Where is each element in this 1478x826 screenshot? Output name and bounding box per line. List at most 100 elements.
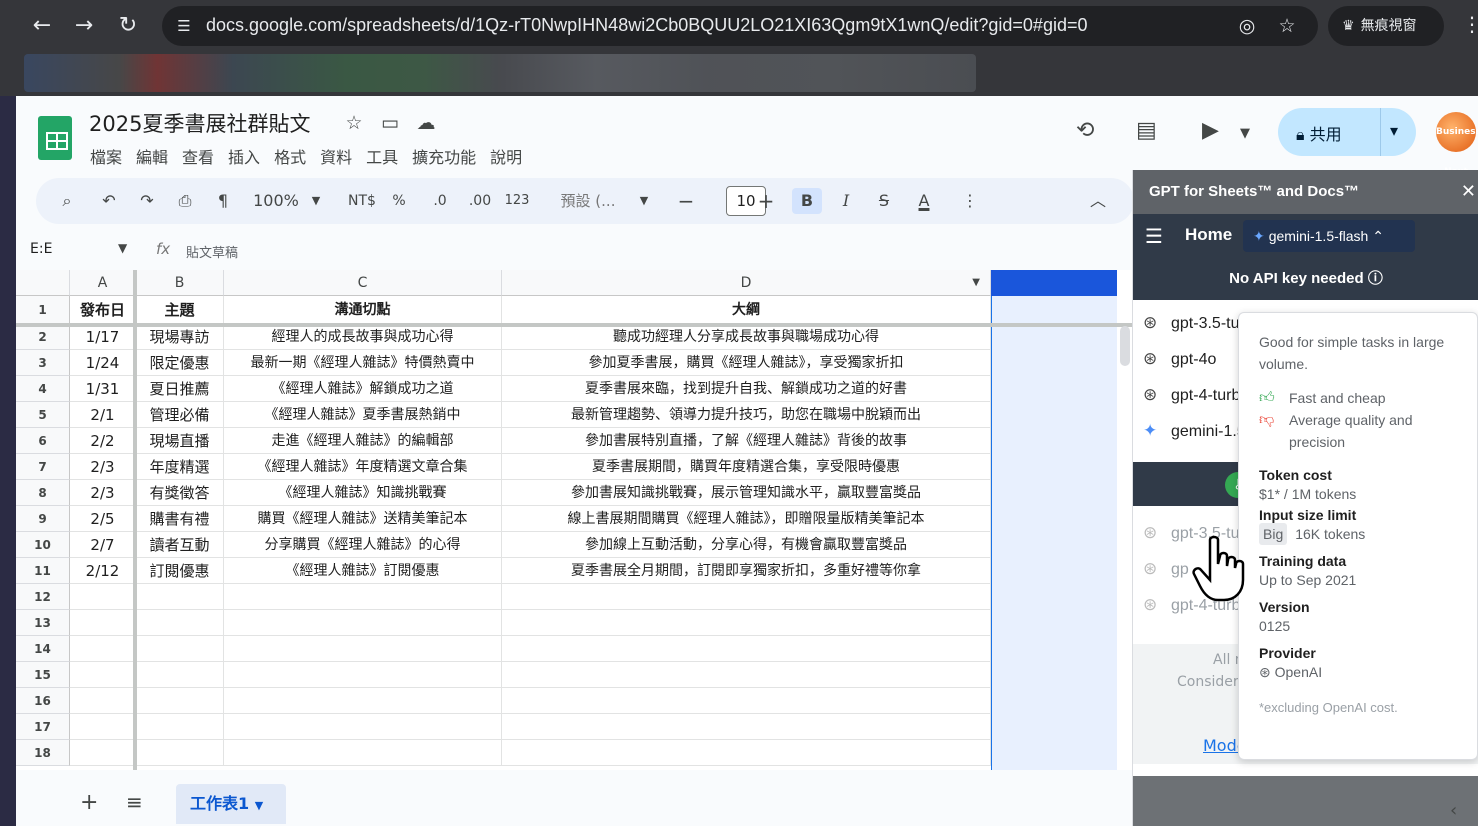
table-cell[interactable]: 參加書展知識挑戰賽，展示管理知識水平，贏取豐富獎品 [502,480,991,506]
table-cell[interactable]: 夏季書展全月期間，訂閱即享獨家折扣，多重好禮等你拿 [502,558,991,584]
table-cell[interactable]: 1/31 [70,376,136,402]
table-cell[interactable]: 2/7 [70,532,136,558]
row-header[interactable]: 11 [16,558,70,584]
row-header[interactable]: 17 [16,714,70,740]
row-header[interactable]: 5 [16,402,70,428]
header-cell[interactable]: 溝通切點 [224,296,502,324]
share-dropdown-icon[interactable]: ▾ [1390,121,1398,140]
menu-view[interactable]: 查看 [182,148,214,167]
model-selector[interactable]: ✦ gemini-1.5-flash ⌃ [1243,220,1415,252]
name-box[interactable]: E:E [30,241,52,257]
eye-off-icon[interactable]: ◎ [1234,14,1260,38]
table-cell[interactable]: 參加夏季書展，購買《經理人雜誌》，享受獨家折扣 [502,350,991,376]
row-header[interactable]: 8 [16,480,70,506]
menu-help[interactable]: 說明 [490,148,522,167]
table-cell[interactable]: 《經理人雜誌》年度精選文章合集 [224,454,502,480]
home-tab[interactable]: Home [1185,225,1232,245]
table-cell[interactable] [502,740,991,766]
row-header[interactable]: 6 [16,428,70,454]
table-cell[interactable] [70,714,136,740]
document-title[interactable]: 2025夏季書展社群貼文 [89,108,310,138]
frozen-column-divider[interactable] [133,270,137,770]
increase-decimal-button[interactable]: .00 [464,188,496,214]
meet-dropdown-icon[interactable]: ▼ [1240,126,1250,141]
percent-button[interactable]: % [388,188,410,214]
cloud-status-icon[interactable]: ☁ [408,112,444,134]
table-cell[interactable]: 2/5 [70,506,136,532]
model-option-gpt-4o[interactable]: ⊛ gpt-4o [1143,344,1216,374]
address-bar[interactable]: ☰ docs.google.com/spreadsheets/d/1Qz-rT0… [162,6,1318,46]
table-cell[interactable] [70,636,136,662]
table-cell[interactable]: 1/17 [70,324,136,350]
filter-dropdown-icon[interactable]: ▼ [972,270,980,296]
table-cell[interactable]: 參加書展特別直播，了解《經理人雜誌》背後的故事 [502,428,991,454]
spreadsheet-grid[interactable]: A B C D ▼ 1 發布日 主題 溝通切點 大綱 2 1/17 現場專訪 經理人的成長故事與成… [16,270,1134,770]
table-cell[interactable]: 《經理人雜誌》知識挑戰賽 [224,480,502,506]
url-text[interactable]: docs.google.com/spreadsheets/d/1Qz-rT0Nw… [206,15,1087,36]
model-option-gemini[interactable]: ✦ gemini-1.5- [1143,416,1251,446]
undo-icon[interactable]: ↶ [96,188,122,214]
model-option-disabled[interactable]: ⊛ gp [1143,554,1189,584]
zoom-dropdown-icon[interactable]: ▼ [308,188,324,214]
table-cell[interactable] [502,584,991,610]
table-cell[interactable] [136,688,224,714]
header-cell[interactable]: 主題 [136,296,224,324]
row-header[interactable]: 16 [16,688,70,714]
table-cell[interactable]: 現場專訪 [136,324,224,350]
table-cell[interactable]: 有獎徵答 [136,480,224,506]
column-header-e[interactable] [991,270,1117,296]
row-header[interactable]: 12 [16,584,70,610]
close-panel-icon[interactable]: ✕ [1461,170,1476,214]
menu-insert[interactable]: 插入 [228,148,260,167]
table-cell[interactable]: 限定優惠 [136,350,224,376]
browser-menu-icon[interactable]: ⋮ [1462,12,1478,36]
comments-icon[interactable]: ▤ [1136,118,1157,143]
table-cell[interactable]: 夏季書展期間，購買年度精選合集，享受限時優惠 [502,454,991,480]
table-cell[interactable]: 《經理人雜誌》訂閱優惠 [224,558,502,584]
add-sheet-icon[interactable]: + [80,790,98,815]
search-icon[interactable]: ⌕ [54,188,80,214]
all-sheets-icon[interactable]: ≡ [126,790,143,814]
collapse-toolbar-icon[interactable]: ︿ [1086,188,1110,214]
bold-button[interactable]: B [792,188,822,214]
row-header[interactable]: 3 [16,350,70,376]
table-cell[interactable] [136,662,224,688]
table-cell[interactable] [502,662,991,688]
table-cell[interactable] [502,636,991,662]
column-header-d[interactable]: D ▼ [502,270,991,296]
table-cell[interactable]: 2/2 [70,428,136,454]
table-cell[interactable]: 參加線上互動活動，分享心得，有機會贏取豐富獎品 [502,532,991,558]
collapse-panel-icon[interactable]: ‹ [1450,800,1457,821]
sheets-logo[interactable] [38,116,72,160]
table-cell[interactable]: 管理必備 [136,402,224,428]
font-dropdown-icon[interactable]: ▼ [636,188,652,214]
bookmark-star-icon[interactable]: ☆ [1274,14,1300,38]
table-cell[interactable]: 《經理人雜誌》夏季書展熱銷中 [224,402,502,428]
header-cell[interactable]: 發布日 [70,296,136,324]
table-cell[interactable]: 夏日推薦 [136,376,224,402]
table-cell[interactable] [224,584,502,610]
table-cell[interactable] [70,662,136,688]
menu-edit[interactable]: 編輯 [136,148,168,167]
strikethrough-button[interactable]: S [872,188,896,214]
frozen-row-divider[interactable] [16,323,1134,327]
column-header-a[interactable]: A [70,270,136,296]
table-cell[interactable]: 走進《經理人雜誌》的編輯部 [224,428,502,454]
text-color-button[interactable]: A [910,188,938,214]
forward-icon[interactable]: → [68,10,100,42]
model-option-gpt-4-turbo[interactable]: ⊛ gpt-4-turb [1143,380,1240,410]
decrease-decimal-button[interactable]: .0 [426,188,454,214]
table-cell[interactable]: 聽成功經理人分享成長故事與職場成功心得 [502,324,991,350]
table-cell[interactable] [224,610,502,636]
model-option-gpt-35[interactable]: ⊛ gpt-3.5-tur [1143,308,1245,338]
table-cell[interactable] [136,714,224,740]
redo-icon[interactable]: ↷ [134,188,160,214]
table-cell[interactable] [502,714,991,740]
table-cell[interactable]: 最新一期《經理人雜誌》特價熱賣中 [224,350,502,376]
menu-extensions[interactable]: 擴充功能 [412,148,476,167]
row-header[interactable]: 2 [16,324,70,350]
row-header[interactable]: 10 [16,532,70,558]
history-icon[interactable]: ⟲ [1076,118,1094,143]
zoom-select[interactable]: 100% [246,188,306,214]
currency-button[interactable]: NT$ [342,188,382,214]
